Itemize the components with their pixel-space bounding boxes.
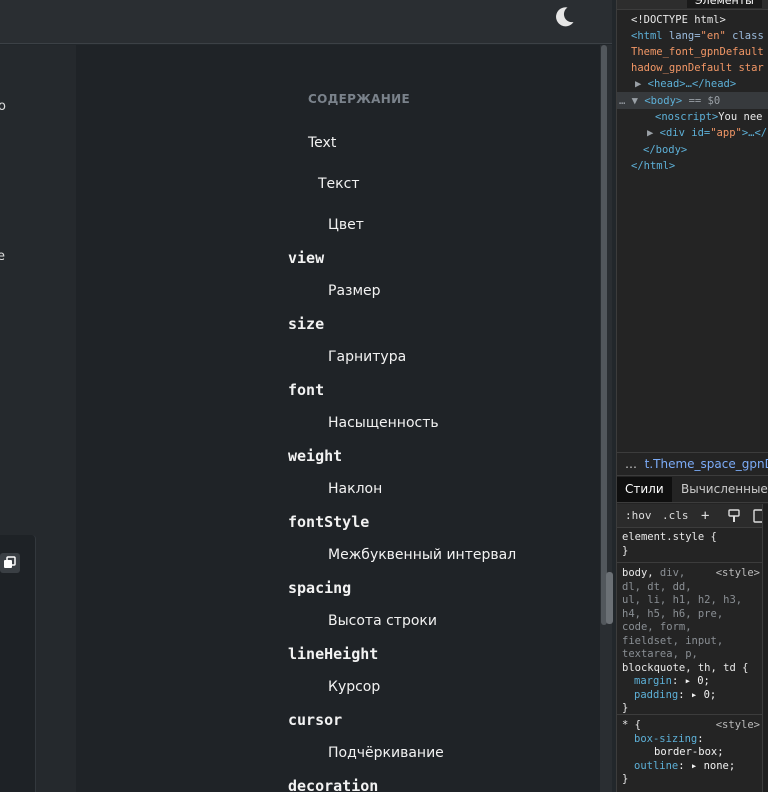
dom-breadcrumb[interactable]: … t.Theme_space_gpnDe	[617, 452, 768, 476]
expand-triangle-icon[interactable]: ▶	[647, 127, 653, 139]
tab-elements[interactable]: Элементы	[687, 0, 762, 8]
dom-node-doctype[interactable]: <!DOCTYPE html>	[631, 12, 726, 29]
toc-link-tekst[interactable]: Текст	[318, 176, 359, 192]
style-rules: element.style { } <style> body, div, dl,…	[617, 529, 762, 792]
tab-styles[interactable]: Стили	[617, 477, 672, 502]
toc-code-cursor[interactable]: cursor	[288, 711, 342, 729]
toc-link-size[interactable]: Размер	[328, 283, 381, 299]
copy-icon	[4, 556, 16, 568]
styles-tabbar: Стили Вычисленные	[617, 477, 768, 503]
toc-link-font[interactable]: Гарнитура	[328, 349, 406, 365]
toc-link-line-height[interactable]: Высота строки	[328, 613, 437, 629]
css-declaration[interactable]: box-sizing:	[622, 733, 757, 747]
expand-triangle-icon[interactable]: ▶	[635, 78, 641, 90]
toc-link-text[interactable]: Text	[308, 135, 336, 151]
toc-link-spacing[interactable]: Межбуквенный интервал	[328, 547, 516, 563]
dom-node-html-class-cont: Theme_font_gpnDefault	[631, 46, 764, 58]
tab-computed[interactable]: Вычисленные	[673, 477, 768, 502]
collapse-triangle-icon[interactable]: ▼	[632, 95, 638, 107]
copy-button[interactable]	[0, 553, 20, 573]
devtools-side-pane	[762, 504, 768, 792]
dom-node-noscript[interactable]: <noscript>You nee	[655, 109, 762, 126]
devtools-toolbar: Элементы	[617, 0, 768, 10]
dom-node-body-close[interactable]: </body>	[643, 142, 687, 159]
css-declaration-value: border-box;	[654, 746, 724, 758]
styles-filter-bar: :hov .cls +	[617, 504, 765, 528]
more-dots-icon[interactable]: …	[619, 95, 625, 107]
toc-code-spacing[interactable]: spacing	[288, 579, 351, 597]
toc-link-color[interactable]: Цвет	[328, 217, 364, 233]
moon-icon[interactable]	[552, 5, 576, 29]
toc-code-lineheight[interactable]: lineHeight	[288, 645, 378, 663]
rule-universal[interactable]: <style> * { box-sizing: border-box; outl…	[617, 717, 762, 792]
new-rule-button[interactable]: +	[701, 504, 709, 528]
toc-code-view[interactable]: view	[288, 249, 324, 267]
dom-tree: <!DOCTYPE html> <html lang="en" class Th…	[617, 12, 768, 452]
toc-link-italic[interactable]: Наклон	[328, 481, 382, 497]
dom-node-html-class-cont: hadow_gpnDefault star	[631, 62, 764, 74]
toc-code-size[interactable]: size	[288, 315, 324, 333]
sidebar-text-fragment[interactable]: о	[0, 99, 6, 114]
app-header	[0, 0, 612, 44]
paint-brush-icon[interactable]	[727, 509, 741, 523]
rule-source-link[interactable]: <style>	[716, 567, 760, 581]
sidebar-text-fragment[interactable]: е	[0, 249, 5, 264]
css-declaration[interactable]: margin: ▸ 0;	[622, 675, 757, 689]
toc-code-weight[interactable]: weight	[288, 447, 342, 465]
rule-source-link[interactable]: <style>	[716, 719, 760, 733]
dom-node-body[interactable]: … ▼ <body> == $0	[619, 93, 720, 110]
rule-element-style[interactable]: element.style { }	[617, 529, 762, 563]
toc-code-font[interactable]: font	[288, 381, 324, 399]
css-declaration[interactable]: outline: ▸ none;	[622, 760, 757, 774]
toc-heading: СОДЕРЖАНИЕ	[308, 92, 410, 106]
rule-reset[interactable]: <style> body, div, dl, dt, dd, ul, li, h…	[617, 565, 762, 715]
cls-toggle[interactable]: .cls	[662, 504, 689, 528]
toc-link-cursor[interactable]: Курсор	[328, 679, 380, 695]
dom-node-html[interactable]: <html lang="en" class	[631, 28, 764, 45]
devtools-panel: Элементы <!DOCTYPE html> <html lang="en"…	[616, 0, 768, 792]
toc-link-decoration[interactable]: Подчёркивание	[328, 745, 444, 761]
table-of-contents: СОДЕРЖАНИЕ Text Текст Цвет view Размер s…	[76, 45, 600, 792]
toc-code-fontstyle[interactable]: fontStyle	[288, 513, 369, 531]
scrollbar-thumb[interactable]	[601, 45, 607, 625]
hov-toggle[interactable]: :hov	[625, 504, 652, 528]
code-example-panel	[0, 535, 36, 792]
scrollbar-thumb-hover[interactable]	[606, 572, 613, 624]
dom-node-app-div[interactable]: ▶ <div id="app">…</	[647, 125, 767, 142]
css-declaration[interactable]: padding: ▸ 0;	[622, 689, 757, 703]
toc-link-weight[interactable]: Насыщенность	[328, 415, 439, 431]
dom-node-head[interactable]: ▶ <head>…</head>	[635, 76, 736, 93]
toc-code-decoration[interactable]: decoration	[288, 777, 378, 792]
dom-node-html-close[interactable]: </html>	[631, 158, 675, 175]
